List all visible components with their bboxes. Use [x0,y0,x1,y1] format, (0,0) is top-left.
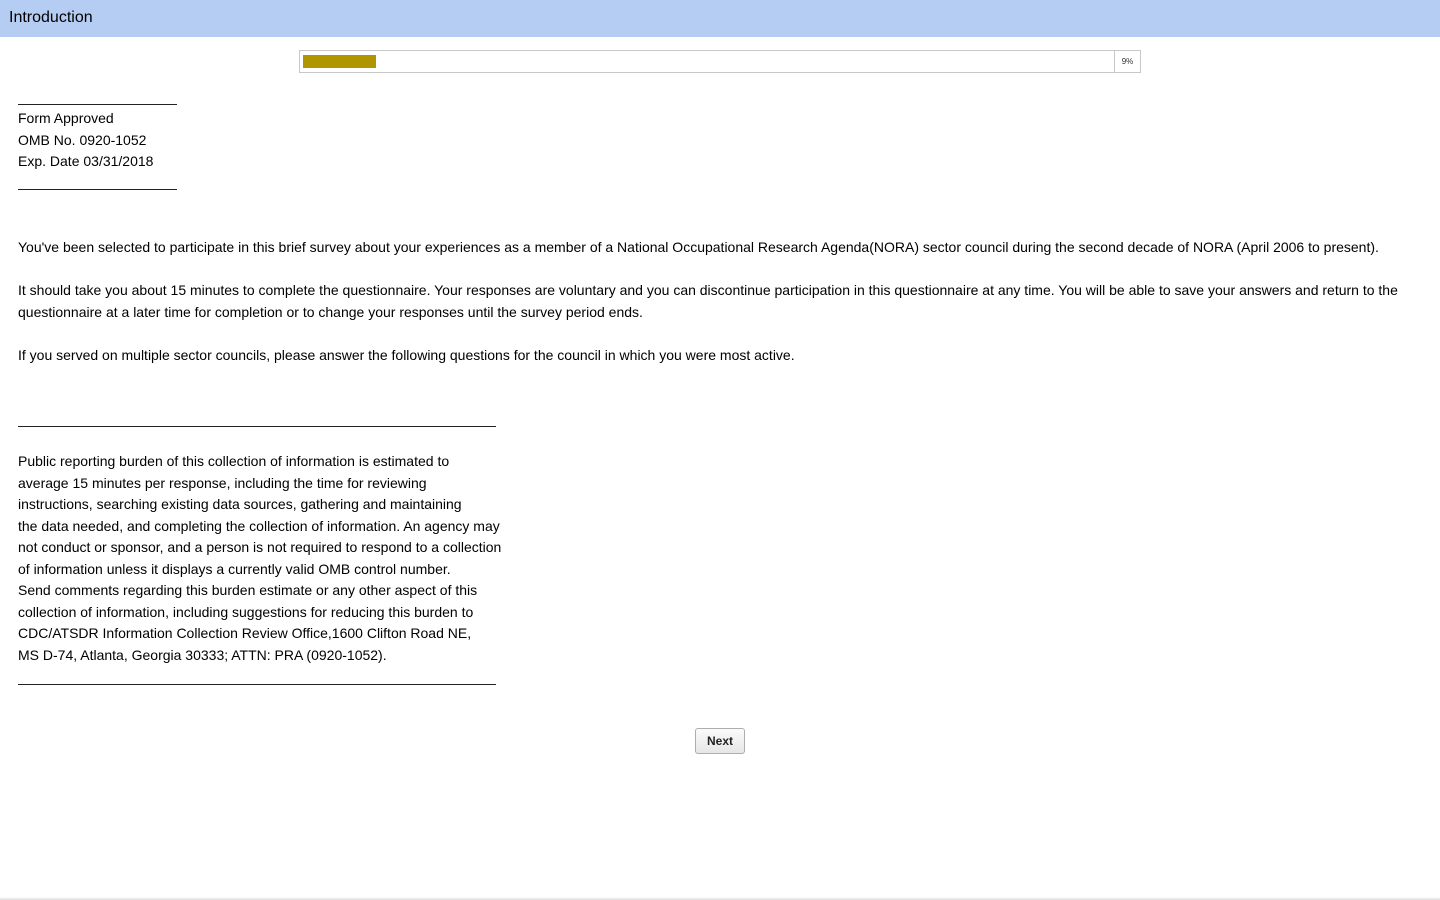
progress-bar: 9% [299,50,1141,73]
intro-paragraph-multiple-councils: If you served on multiple sector council… [18,347,795,363]
form-approved-text: Form Approved [18,110,114,126]
progress-percent-label: 9% [1114,51,1140,72]
form-info-top-divider [18,104,177,105]
next-button[interactable]: Next [695,728,745,754]
page-title: Introduction [9,9,93,26]
progress-fill [303,55,376,68]
burden-line: the data needed, and completing the coll… [18,517,500,534]
burden-line: collection of information, including sug… [18,603,474,620]
burden-bottom-divider [18,684,496,685]
omb-number-text: OMB No. 0920-1052 [18,131,147,148]
form-info-bottom-divider [18,189,177,190]
progress-track [300,51,1116,72]
intro-paragraph-duration: It should take you about 15 minutes to c… [18,282,1398,320]
burden-line: Send comments regarding this burden esti… [18,582,478,598]
form-approval-info: Form Approved OMB No. 0920-1052 Exp. Dat… [18,108,153,173]
burden-line: of information unless it displays a curr… [18,560,451,577]
intro-paragraph-selection: You've been selected to participate in t… [18,239,1379,255]
burden-line: Public reporting burden of this collecti… [18,453,450,469]
burden-line: not conduct or sponsor, and a person is … [18,539,502,555]
expiration-date-text: Exp. Date 03/31/2018 [18,153,154,169]
burden-top-divider [18,426,496,427]
burden-line: CDC/ATSDR Information Collection Review … [18,625,472,641]
burden-line: instructions, searching existing data so… [18,496,462,512]
burden-statement: Public reporting burden of this collecti… [18,451,501,666]
burden-line: MS D-74, Atlanta, Georgia 30333; ATTN: P… [18,646,387,663]
page-header: Introduction [0,0,1440,37]
burden-line: average 15 minutes per response, includi… [18,474,427,491]
